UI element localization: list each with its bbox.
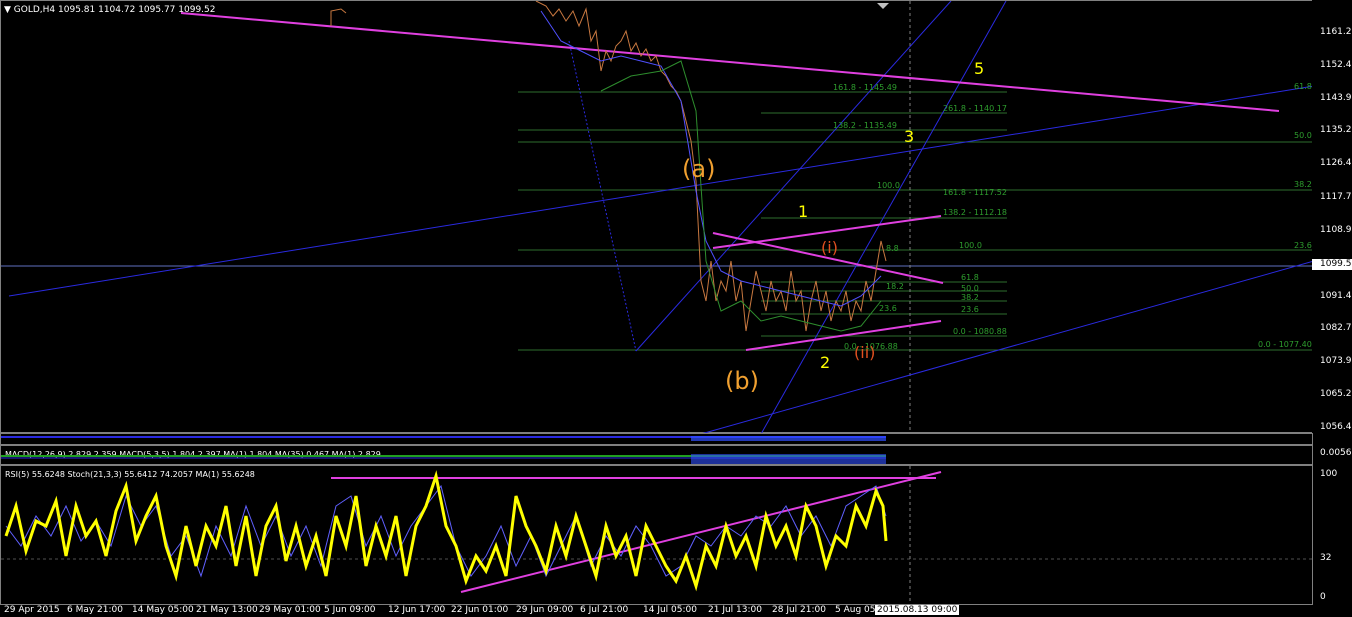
time-tick: 22 Jun 01:00 [451, 605, 509, 615]
price-tick: 1082.71 [1320, 323, 1352, 333]
price-tick: 1143.96 [1320, 93, 1352, 103]
price-tick: 1126.46 [1320, 158, 1352, 168]
macd-pane[interactable]: MACD(12,26,9) 2.829 2.359 MACD(5,3,5) 1.… [0, 445, 1313, 465]
time-tick: 28 Jul 21:00 [772, 605, 826, 615]
fib-label: 50.0 [1294, 131, 1312, 140]
wave-label-1: 1 [798, 202, 808, 221]
fib-label: 23.6 [961, 305, 979, 314]
time-tick: 5 Jun 09:00 [324, 605, 376, 615]
fib-label: 50.0 [961, 284, 979, 293]
time-tick: 14 Jul 05:00 [643, 605, 697, 615]
price-tick: 1117.71 [1320, 192, 1352, 202]
price-tick: 1135.21 [1320, 125, 1352, 135]
fib-label: 23.6 [879, 304, 897, 313]
fib-label: 138.2 - 1135.49 [833, 121, 897, 130]
fib-label: 61.8 [1294, 82, 1312, 91]
time-tick: 21 May 13:00 [196, 605, 258, 615]
wave-label-2: 2 [820, 353, 830, 372]
fib-label: 0.0 - 1077.40 [1258, 340, 1312, 349]
price-tick: 1056.46 [1320, 422, 1352, 432]
time-tick: 12 Jun 17:00 [388, 605, 446, 615]
fib-label: 61.8 [961, 273, 979, 282]
fib-label: 0.0 - 1080.88 [953, 327, 1007, 336]
chart-shift-icon[interactable] [877, 3, 889, 9]
price-tick: 1091.46 [1320, 291, 1352, 301]
fib-label: 161.8 - 1145.49 [833, 83, 897, 92]
fib-label: 161.8 - 1117.52 [943, 188, 1007, 197]
fib-label: 138.2 - 1112.18 [943, 208, 1007, 217]
rsi-tick: 100 [1320, 469, 1338, 479]
wave-label-b: (b) [725, 367, 759, 395]
fib-label: 100.0 [877, 181, 900, 190]
price-tick: 1065.21 [1320, 389, 1352, 399]
fib-label: 23.6 [1294, 241, 1312, 250]
time-cursor-tag: 2015.08.13 09:00 [875, 605, 960, 615]
wave-label-3: 3 [904, 127, 914, 146]
fib-label: 38.2 [1294, 180, 1312, 189]
price-axis: 1161.21 1152.46 1143.96 1135.21 1126.46 … [1312, 0, 1352, 433]
price-tick: 1108.96 [1320, 225, 1352, 235]
time-tick: 14 May 05:00 [132, 605, 194, 615]
rsi-tick: 0 [1320, 592, 1326, 602]
time-tick: 29 Jun 09:00 [516, 605, 574, 615]
price-tick: 1152.46 [1320, 60, 1352, 70]
time-tick: 29 Apr 2015 [4, 605, 60, 615]
time-tick: 29 May 01:00 [259, 605, 321, 615]
current-price-tag: 1099.52 [1312, 259, 1352, 270]
wave-label-ii: (ii) [854, 343, 875, 362]
fib-label: 38.2 [961, 293, 979, 302]
macd-tick: 0.0056 [1320, 448, 1352, 458]
time-tick: 21 Jul 13:00 [708, 605, 762, 615]
fib-label: 100.0 [959, 241, 982, 250]
wave-label-i: (i) [821, 238, 838, 257]
wave-label-5: 5 [974, 59, 984, 78]
price-tick: 1073.96 [1320, 356, 1352, 366]
time-tick: 6 May 21:00 [67, 605, 123, 615]
fib-label: 8.8 [886, 244, 899, 253]
fib-label: 261.8 - 1140.17 [943, 104, 1007, 113]
volume-strip[interactable] [0, 433, 1313, 445]
time-tick: 6 Jul 21:00 [580, 605, 629, 615]
wave-label-a: (a) [682, 155, 715, 183]
price-tick: 1161.21 [1320, 27, 1352, 37]
fib-label: 18.2 [886, 282, 904, 291]
main-price-pane[interactable]: 161.8 - 1145.49 261.8 - 1140.17 138.2 - … [0, 0, 1314, 434]
rsi-tick: 32 [1320, 553, 1332, 563]
rsi-pane[interactable]: RSI(5) 55.6248 Stoch(21,3,3) 55.6412 74.… [0, 465, 1314, 606]
